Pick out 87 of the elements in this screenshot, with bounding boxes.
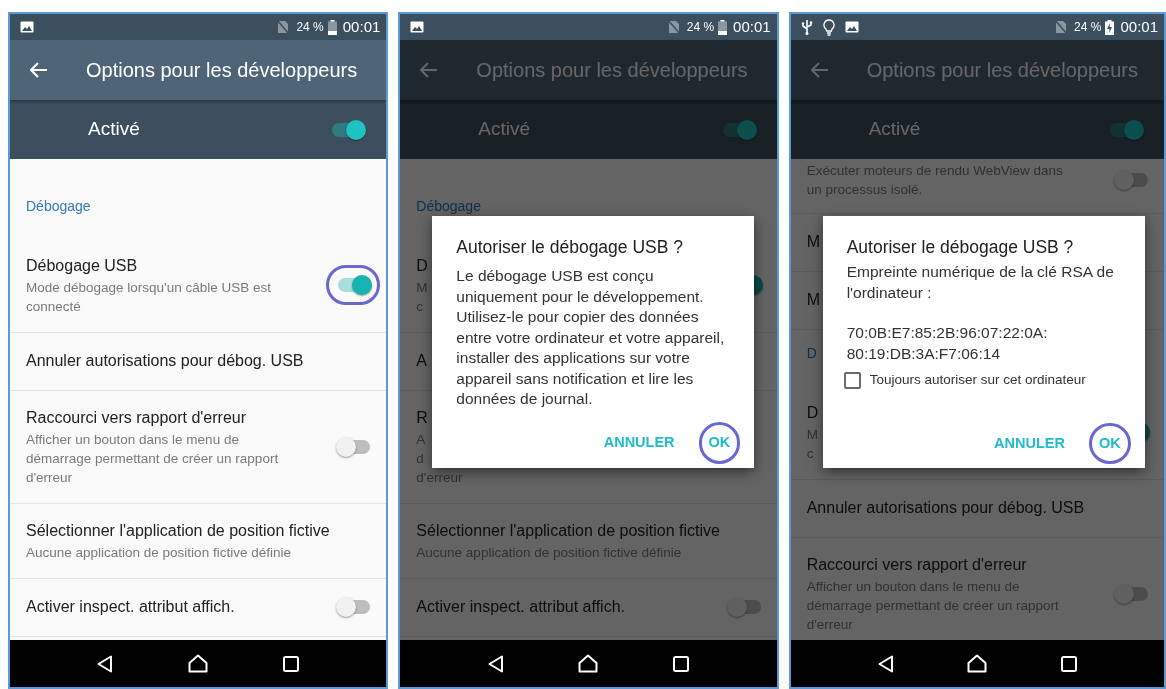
settings-row[interactable]: Annuler autorisations pour débog. USB [790, 480, 1164, 538]
image-icon [844, 21, 859, 33]
home-button[interactable] [188, 654, 209, 673]
setting-title: Raccourci vers rapport d'erreur [806, 555, 1027, 575]
back-triangle-icon [877, 654, 894, 673]
battery-percent: 24 % [686, 19, 715, 36]
section-header: Débogage [416, 197, 481, 216]
setting-title: A [416, 351, 427, 371]
toggle-switch[interactable] [1114, 170, 1150, 190]
square-icon [673, 655, 690, 672]
battery-percent: 24 % [296, 19, 324, 36]
setting-summary: Mode débogage lorsqu'un câble USB est connecté [26, 279, 272, 316]
section-header: D [806, 344, 817, 363]
master-switch-label: Activé [88, 117, 141, 142]
setting-title: Sélectionner l'application de position fictive [26, 521, 330, 541]
back-button[interactable] [487, 654, 504, 673]
clock-time: 00:01 [342, 16, 381, 37]
setting-title: Annuler autorisations pour débog. USB [806, 498, 1085, 518]
fingerprint-text: 70:0B:E7:85:2B:96:07:22:0A: [846, 323, 1048, 344]
screen-title: Options pour les développeurs [476, 58, 748, 83]
square-icon [282, 655, 299, 672]
battery-percent: 24 % [1074, 19, 1102, 36]
usb-icon [800, 19, 813, 35]
fingerprint-text: 80:19:DB:3A:F7:06:14 [846, 343, 1001, 364]
setting-title: Raccourci vers rapport d'erreur [26, 408, 247, 428]
dialog-button[interactable]: ANNULER [597, 425, 681, 460]
recents-button[interactable] [1061, 655, 1078, 672]
settings-row[interactable]: Annuler autorisations pour débog. USB [10, 333, 387, 391]
toggle-switch[interactable] [336, 275, 373, 295]
dialog-button[interactable]: OK [1092, 426, 1127, 461]
settings-row[interactable]: Activer inspect. attribut affich. [10, 579, 387, 637]
dialog-message: Empreinte numérique de la clé RSA de l'ordinateur : [846, 262, 1115, 303]
back-arrow-icon [30, 62, 48, 78]
setting-title: Activer inspect. attribut affich. [416, 597, 625, 617]
dialog-message: Le débogage USB est conçu uniquement pour le développement. Utilisez-le pour copier des données entre votre ordinateur et votre appareil, installer des applications sur votre appareil sans notification et lire les données de journal. [456, 266, 726, 410]
home-button[interactable] [967, 654, 988, 673]
setting-title: D [806, 403, 819, 423]
setting-summary: Aucune application de position fictive définie [26, 544, 292, 562]
back-triangle-icon [97, 654, 114, 673]
checkbox[interactable] [843, 371, 861, 389]
screen-title: Options pour les développeurs [866, 58, 1138, 83]
settings-row[interactable]: Débogage USB Mode débogage lorsqu'un câble USB est connecté [10, 239, 387, 333]
image-icon [410, 21, 425, 33]
settings-row[interactable]: Sélectionner l'application de position fictive Aucune application de position fictive définie [10, 504, 387, 579]
setting-title: D [416, 256, 428, 276]
dialog-title: Autoriser le débogage USB ? [456, 236, 684, 259]
master-switch-label: Activé [478, 117, 532, 142]
setting-title: Débogage USB [26, 256, 138, 276]
dialog-title: Autoriser le débogage USB ? [846, 236, 1075, 259]
back-button[interactable] [877, 654, 894, 673]
no-sim-icon [1055, 20, 1068, 34]
toggle-switch[interactable] [1114, 583, 1150, 604]
back-button[interactable] [97, 654, 114, 673]
settings-row[interactable]: Activer inspect. attribut affich. [400, 579, 777, 637]
toggle-switch[interactable] [1108, 119, 1144, 140]
setting-title: M [806, 232, 820, 252]
recents-button[interactable] [673, 655, 690, 672]
square-icon [1061, 655, 1078, 672]
checkbox-label: Toujours autoriser sur cet ordinateur [869, 371, 1086, 390]
clock-time: 00:01 [733, 16, 771, 37]
back-arrow-icon [420, 62, 439, 78]
screen-title: Options pour les développeurs [86, 58, 358, 83]
no-sim-icon [277, 20, 290, 34]
setting-title: Sélectionner l'application de position fictive [416, 521, 720, 541]
recents-button[interactable] [282, 655, 299, 672]
setting-summary: Afficher un bouton dans le menu de démarrage permettant de créer un rapport d'erreur [26, 431, 280, 487]
home-icon [967, 654, 988, 673]
back-arrow-icon [810, 62, 829, 78]
home-icon [188, 654, 209, 673]
setting-title: Activer inspect. attribut affich. [26, 597, 235, 617]
lightbulb-icon [822, 18, 835, 36]
section-header: Débogage [26, 197, 91, 216]
home-button[interactable] [578, 654, 599, 673]
dialog-button[interactable]: OK [702, 425, 737, 460]
toggle-switch[interactable] [726, 597, 763, 617]
back-triangle-icon [487, 654, 504, 673]
home-icon [578, 654, 599, 673]
no-sim-icon [667, 20, 680, 34]
clock-time: 00:01 [1120, 16, 1158, 37]
dialog-button[interactable]: ANNULER [988, 426, 1071, 461]
master-switch-label: Activé [868, 117, 922, 142]
setting-title: R [416, 408, 428, 428]
settings-row[interactable]: Raccourci vers rapport d'erreur Afficher un bouton dans le menu de démarrage permettant de créer un rapport d'erreur [10, 391, 387, 504]
setting-title: M [806, 290, 820, 310]
image-icon [20, 21, 34, 33]
setting-title: Annuler autorisations pour débog. USB [26, 351, 304, 371]
toggle-switch[interactable] [330, 119, 367, 140]
